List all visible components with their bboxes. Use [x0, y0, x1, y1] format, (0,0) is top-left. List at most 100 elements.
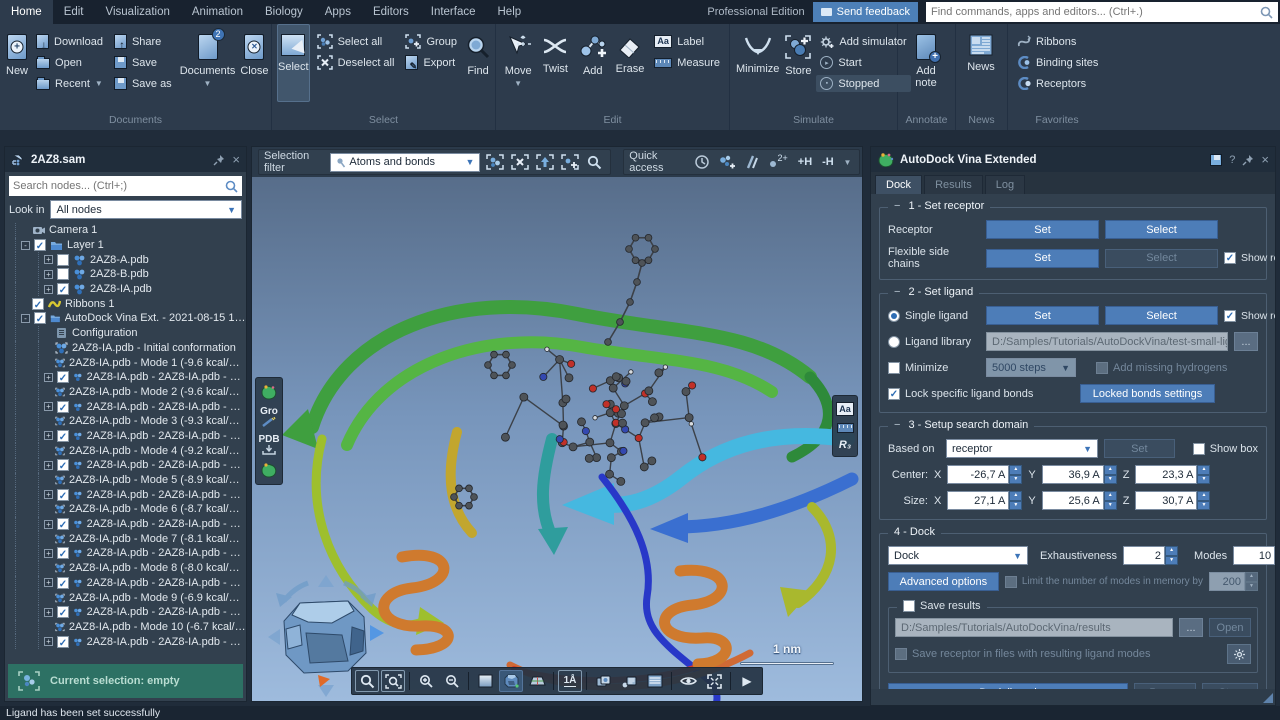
- zoom-fit-button[interactable]: [355, 670, 379, 692]
- show-rotatable-bonds-checkbox[interactable]: Show rotatable bonds: [1224, 252, 1275, 264]
- recent-button[interactable]: Recent▼: [32, 75, 107, 92]
- quick-access-more-button[interactable]: ▼: [841, 152, 853, 172]
- modes-spinner[interactable]: 10▲▼: [1233, 546, 1275, 565]
- panel-resize-grip[interactable]: [871, 689, 1275, 705]
- save-button[interactable]: Save: [110, 54, 176, 71]
- viewport-3d-canvas[interactable]: Gro PDB Aa R₃: [252, 177, 862, 701]
- tree-item[interactable]: +2AZ8-IA.pdb - 2AZ8-IA.pdb - Mode 8 (-8.…: [9, 576, 246, 591]
- samson-app-icon[interactable]: [260, 462, 278, 478]
- receptor-select-button[interactable]: Select: [1105, 220, 1218, 239]
- tab-results[interactable]: Results: [924, 175, 983, 194]
- visibility-button[interactable]: [676, 670, 700, 692]
- tree-expander[interactable]: +: [44, 431, 53, 440]
- menu-tab-biology[interactable]: Biology: [254, 0, 314, 24]
- twist-button[interactable]: Twist: [538, 24, 572, 102]
- samson-connect-icon[interactable]: [260, 384, 278, 400]
- tree-item[interactable]: 2AZ8-IA.pdb - Mode 5 (-8.9 kcal/mol; 3.5…: [9, 473, 246, 488]
- ligand-show-rotatable-checkbox[interactable]: Show rotatable bonds: [1224, 310, 1275, 322]
- library-browse-button[interactable]: ...: [1234, 332, 1258, 351]
- tree-checkbox[interactable]: [57, 636, 69, 648]
- flexible-select-button[interactable]: Select: [1105, 249, 1218, 268]
- ligand-library-radio[interactable]: Ligand library: [888, 336, 980, 348]
- look-in-dropdown[interactable]: All nodes▼: [50, 200, 242, 219]
- menu-tab-interface[interactable]: Interface: [420, 0, 487, 24]
- copy-view-button[interactable]: [591, 670, 615, 692]
- tree-item[interactable]: +2AZ8-IA.pdb - 2AZ8-IA.pdb - Mode 7 (-8.…: [9, 546, 246, 561]
- zoom-in-button[interactable]: [414, 670, 438, 692]
- tree-item[interactable]: 2AZ8-IA.pdb - Mode 9 (-6.9 kcal/mol; 8.0…: [9, 590, 246, 605]
- save-receptor-checkbox[interactable]: Save receptor in files with resulting li…: [895, 648, 1221, 660]
- add-button[interactable]: Add: [576, 24, 610, 102]
- tree-expander[interactable]: +: [44, 637, 53, 646]
- tree-item[interactable]: 2AZ8-IA.pdb - Mode 7 (-8.1 kcal/mol; 2.7…: [9, 531, 246, 546]
- select-all-button[interactable]: Select all: [313, 33, 399, 50]
- ligand-set-button[interactable]: Set: [986, 306, 1099, 325]
- save-as-button[interactable]: Save as: [110, 75, 176, 92]
- zoom-out-button[interactable]: [440, 670, 464, 692]
- history-button[interactable]: [692, 152, 713, 172]
- snapshot-button[interactable]: [617, 670, 641, 692]
- tree-item[interactable]: 2AZ8-IA.pdb - Mode 6 (-8.7 kcal/mol; 4.3…: [9, 502, 246, 517]
- play-button[interactable]: ▶: [735, 670, 759, 692]
- new-button[interactable]: + New: [5, 24, 29, 102]
- tree-item[interactable]: Camera 1: [9, 223, 246, 238]
- stopped-button[interactable]: ▪Stopped: [816, 75, 910, 92]
- zoom-region-button[interactable]: [381, 670, 405, 692]
- label-button[interactable]: AaLabel: [650, 33, 724, 50]
- tree-item[interactable]: +2AZ8-IA.pdb - 2AZ8-IA.pdb - Mode 6 (-8.…: [9, 517, 246, 532]
- center-z-spinner[interactable]: 23,3 A▲▼: [1135, 465, 1210, 484]
- save-settings-icon[interactable]: [1210, 154, 1222, 166]
- remove-hydrogens-button[interactable]: -H: [818, 152, 837, 172]
- tab-log[interactable]: Log: [985, 175, 1025, 194]
- flexible-set-button[interactable]: Set: [986, 249, 1099, 268]
- tree-item[interactable]: +2AZ8-IA.pdb - 2AZ8-IA.pdb - Mode 10 (-6…: [9, 634, 246, 649]
- move-button[interactable]: Move▼: [501, 24, 535, 102]
- based-on-dropdown[interactable]: receptor▼: [946, 439, 1098, 458]
- export-button[interactable]: ✎Export: [401, 54, 461, 71]
- pdb-downloader-button[interactable]: PDB: [258, 435, 279, 455]
- center-y-spinner[interactable]: 36,9 A▲▼: [1042, 465, 1117, 484]
- measure-button[interactable]: Measure: [650, 54, 724, 71]
- tab-dock[interactable]: Dock: [875, 175, 922, 194]
- menu-tab-home[interactable]: Home: [0, 0, 53, 24]
- menu-tab-edit[interactable]: Edit: [53, 0, 95, 24]
- charge-button[interactable]: 2+: [766, 152, 792, 172]
- open-button[interactable]: Open: [32, 54, 107, 71]
- side-panel-button[interactable]: [643, 670, 667, 692]
- erase-button[interactable]: Erase: [613, 24, 647, 102]
- tree-item[interactable]: +2AZ8-IA.pdb - 2AZ8-IA.pdb - Mode 4 (-9.…: [9, 458, 246, 473]
- pin-icon[interactable]: [213, 154, 225, 166]
- size-z-spinner[interactable]: 30,7 A▲▼: [1135, 491, 1210, 510]
- tree-item[interactable]: +2AZ8-B.pdb: [9, 267, 246, 282]
- fullscreen-button[interactable]: [702, 670, 726, 692]
- tree-checkbox[interactable]: [57, 371, 69, 383]
- menu-tab-editors[interactable]: Editors: [362, 0, 420, 24]
- tree-item[interactable]: Ribbons 1: [9, 296, 246, 311]
- tree-item[interactable]: 2AZ8-IA.pdb - Mode 4 (-9.2 kcal/mol; 5.6…: [9, 443, 246, 458]
- save-results-checkbox[interactable]: Save results: [903, 600, 981, 612]
- results-path-field[interactable]: D:/Samples/Tutorials/AutoDockVina/result…: [895, 618, 1173, 637]
- download-button[interactable]: ↓Download: [32, 33, 107, 50]
- tree-item[interactable]: +2AZ8-IA.pdb - 2AZ8-IA.pdb - Mode 1 (-9.…: [9, 370, 246, 385]
- one-angstrom-button[interactable]: 1Å: [558, 670, 582, 692]
- domain-set-button[interactable]: Set: [1104, 439, 1175, 458]
- tree-item[interactable]: -Layer 1: [9, 238, 246, 253]
- tree-item[interactable]: 2AZ8-IA.pdb - Mode 10 (-6.7 kcal/mol; 15…: [9, 620, 246, 635]
- tree-checkbox[interactable]: [57, 401, 69, 413]
- tree-expander[interactable]: +: [44, 270, 53, 279]
- tree-expander[interactable]: -: [21, 241, 30, 250]
- size-y-spinner[interactable]: 25,6 A▲▼: [1042, 491, 1117, 510]
- send-feedback-button[interactable]: Send feedback: [813, 2, 918, 22]
- limit-modes-spinner[interactable]: 200▲▼: [1209, 572, 1258, 591]
- bonds-button[interactable]: [741, 152, 762, 172]
- tree-item[interactable]: +2AZ8-IA.pdb - 2AZ8-IA.pdb - Mode 3 (-9.…: [9, 429, 246, 444]
- search-nodes-box[interactable]: [9, 176, 242, 196]
- tree-checkbox[interactable]: [57, 268, 69, 280]
- tree-expander[interactable]: +: [44, 608, 53, 617]
- tree-item[interactable]: Configuration: [9, 326, 246, 341]
- help-icon[interactable]: ?: [1229, 154, 1235, 166]
- tree-item[interactable]: 2AZ8-IA.pdb - Mode 8 (-8.0 kcal/mol; 6.3…: [9, 561, 246, 576]
- close-button[interactable]: × Close: [239, 24, 269, 102]
- search-selection-button[interactable]: [584, 152, 605, 172]
- rotate-r3-button[interactable]: R₃: [839, 440, 851, 450]
